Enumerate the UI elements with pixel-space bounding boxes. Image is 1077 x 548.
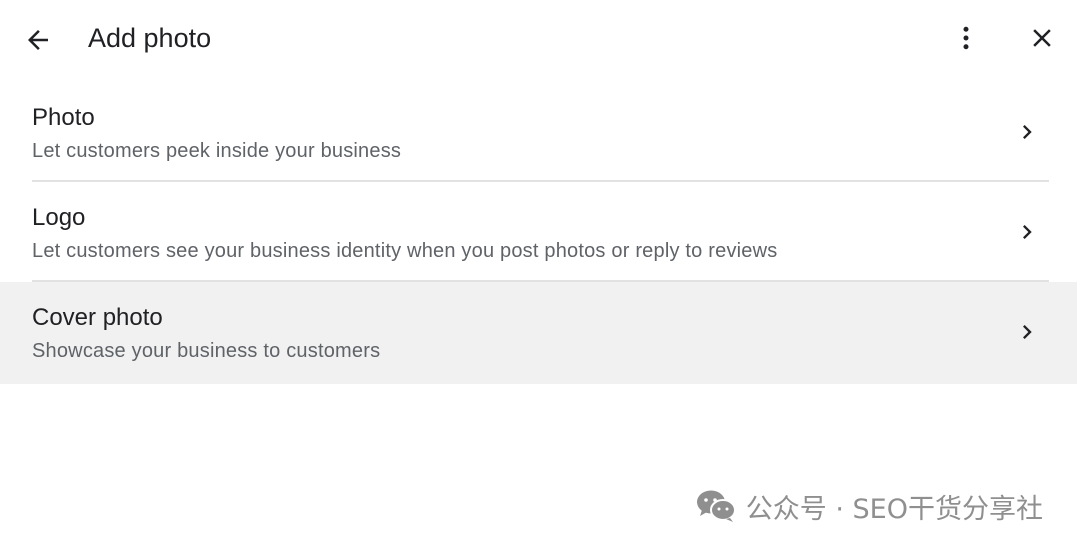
add-photo-dialog: Add photo Photo Let customers peek insid… — [0, 0, 1077, 548]
dialog-header: Add photo — [0, 0, 1077, 78]
close-icon — [1033, 29, 1051, 47]
list-item-photo[interactable]: Photo Let customers peek inside your bus… — [0, 82, 1077, 182]
watermark: 公众号 · SEO干货分享社 — [696, 486, 1043, 526]
arrow-left-icon — [28, 30, 48, 50]
list-item-label: Logo — [32, 204, 86, 231]
watermark-text: 公众号 · SEO干货分享社 — [745, 493, 1043, 525]
chevron-right-icon — [1013, 216, 1041, 248]
list-item-label: Photo — [32, 104, 95, 131]
back-button[interactable] — [18, 20, 58, 60]
list-item-description: Let customers see your business identity… — [32, 240, 778, 262]
page-title: Add photo — [88, 23, 212, 53]
more-vert-icon — [963, 26, 969, 50]
chevron-right-icon — [1013, 116, 1041, 148]
list-item-description: Let customers peek inside your business — [32, 140, 402, 162]
close-button[interactable] — [1022, 18, 1062, 58]
chevron-right-icon — [1013, 316, 1041, 348]
list-item-description: Showcase your business to customers — [32, 340, 381, 362]
list-item-logo[interactable]: Logo Let customers see your business ide… — [0, 182, 1077, 282]
list-item-cover-photo[interactable]: Cover photo Showcase your business to cu… — [0, 282, 1077, 384]
more-options-button[interactable] — [946, 18, 986, 58]
list-item-label: Cover photo — [32, 304, 163, 331]
photo-type-list: Photo Let customers peek inside your bus… — [0, 82, 1077, 384]
wechat-icon — [696, 489, 736, 523]
